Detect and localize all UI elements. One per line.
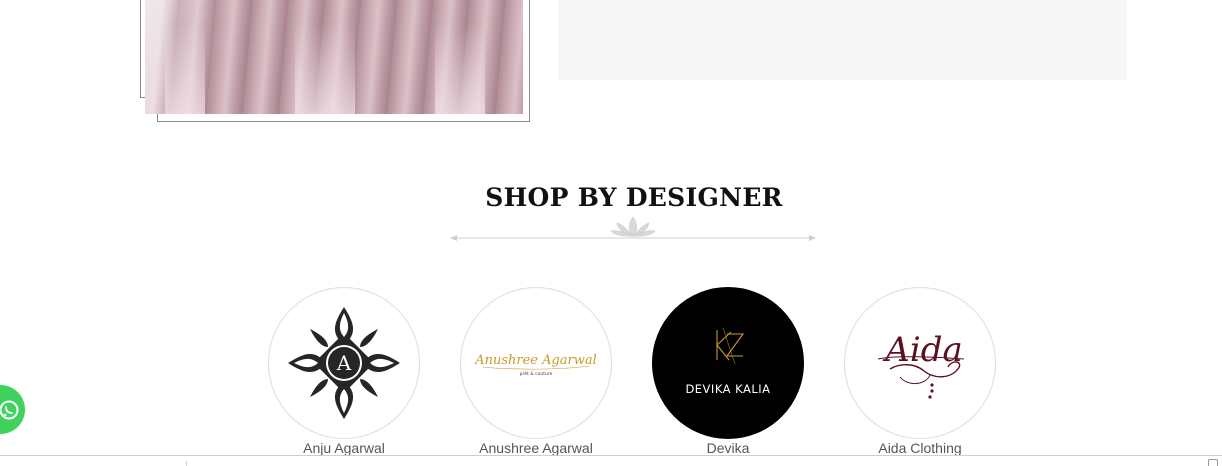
- designer-card-anju-agarwal[interactable]: A Anju Agarwal: [268, 287, 420, 456]
- dress-fold-highlight: [295, 24, 355, 114]
- devika-kalia-logo-text: DEVIKA KALIA: [685, 382, 771, 396]
- designer-logo[interactable]: DEVIKA KALIA: [652, 287, 804, 439]
- designer-card-anushree-agarwal[interactable]: Anushree Agarwal prêt & couture Anushree…: [460, 287, 612, 456]
- anju-agarwal-logo-icon: A: [288, 307, 400, 419]
- restore-corner-icon[interactable]: [1208, 459, 1218, 466]
- bottom-bar-separator: [186, 461, 187, 466]
- designer-name[interactable]: Anushree Agarwal: [460, 440, 612, 456]
- devika-kalia-monogram-icon: [716, 327, 745, 365]
- bottom-bar: [0, 455, 1222, 466]
- designer-card-devika[interactable]: DEVIKA KALIA Devika: [652, 287, 804, 456]
- designer-card-aida-clothing[interactable]: Aida Aida Clothing: [844, 287, 996, 456]
- designer-name[interactable]: Devika: [652, 440, 804, 456]
- dress-fold-highlight: [435, 24, 485, 114]
- whatsapp-chat-button[interactable]: [0, 385, 25, 434]
- designer-logo[interactable]: Anushree Agarwal prêt & couture: [460, 287, 612, 439]
- whatsapp-icon: [0, 400, 19, 419]
- anushree-agarwal-logo-icon: Anushree Agarwal prêt & couture: [474, 353, 597, 377]
- designer-logo[interactable]: Aida: [844, 287, 996, 439]
- svg-text:A: A: [336, 351, 352, 375]
- designer-name[interactable]: Anju Agarwal: [268, 440, 420, 456]
- dress-fold-highlight: [165, 24, 205, 114]
- section-title: SHOP BY DESIGNER: [485, 183, 783, 212]
- hero-image[interactable]: [145, 0, 523, 114]
- promo-panel: [558, 0, 1127, 80]
- svg-text:prêt & couture: prêt & couture: [520, 370, 553, 377]
- svg-text:Anushree Agarwal: Anushree Agarwal: [474, 353, 597, 368]
- designer-name[interactable]: Aida Clothing: [844, 440, 996, 456]
- lotus-divider-icon: [450, 216, 816, 241]
- aida-logo-icon: Aida: [877, 330, 965, 399]
- designer-logo[interactable]: A: [268, 287, 420, 439]
